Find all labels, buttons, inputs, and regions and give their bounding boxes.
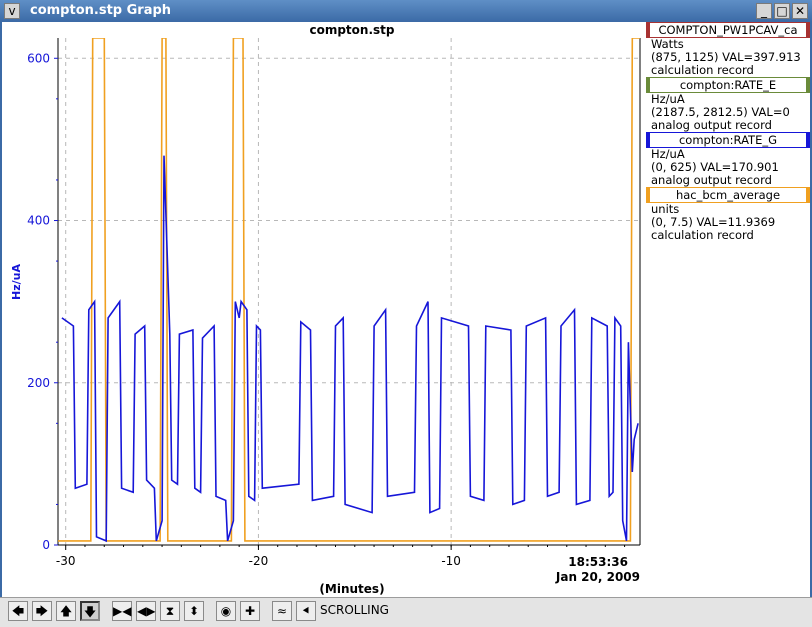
- y-tick-label: 400: [27, 214, 50, 228]
- legend-swatch-rate-e[interactable]: compton:RATE_E: [646, 77, 810, 93]
- scrolling-toggle-button[interactable]: ⯇: [296, 601, 316, 621]
- toolbar: 🡄 🡆 🡅 🡇 ▶◀ ◀▶ ⧗ ⬍ ◉ ✚ ≈ ⯇ SCROLLING: [0, 597, 812, 627]
- series-line-hac-bcm-average: [58, 38, 640, 542]
- y-tick-label: 0: [42, 538, 50, 552]
- legend-record-type: analog output record: [651, 118, 772, 132]
- end-date-label: Jan 20, 2009: [555, 570, 640, 584]
- legend-record-type: calculation record: [651, 63, 754, 77]
- y-axis-label: Hz/uA: [10, 264, 23, 300]
- series-lines: [58, 38, 640, 543]
- legend-record-type: calculation record: [651, 228, 754, 242]
- scroll-down-button[interactable]: 🡇: [80, 601, 100, 621]
- grid-lines: [58, 38, 640, 546]
- legend-swatch-pw1pcav[interactable]: COMPTON_PW1PCAV_ca: [646, 22, 810, 38]
- reset-button[interactable]: ◉: [216, 601, 236, 621]
- close-button[interactable]: ✕: [792, 3, 808, 19]
- zoom-out-y-button[interactable]: ⬍: [184, 601, 204, 621]
- add-button[interactable]: ✚: [240, 601, 260, 621]
- minimize-button[interactable]: _: [756, 3, 772, 19]
- chart-title: compton.stp: [309, 23, 394, 37]
- legend-swatch-hac-bcm[interactable]: hac_bcm_average: [646, 187, 810, 203]
- title-bar: v compton.stp Graph _ □ ✕: [0, 0, 812, 22]
- scroll-right-button[interactable]: 🡆: [32, 601, 52, 621]
- zoom-in-x-button[interactable]: ▶◀: [112, 601, 132, 621]
- window-menu-button[interactable]: v: [4, 3, 20, 19]
- zoom-out-x-button[interactable]: ◀▶: [136, 601, 156, 621]
- scroll-up-button[interactable]: 🡅: [56, 601, 76, 621]
- autoscale-button[interactable]: ≈: [272, 601, 292, 621]
- maximize-button[interactable]: □: [774, 3, 790, 19]
- x-axis-label: (Minutes): [319, 582, 384, 596]
- graph-window: compton.stp 0 200 400 600 -30 -20 -10 Hz/uA (M…: [0, 22, 812, 597]
- legend-panel: COMPTON_PW1PCAV_ca Watts (875, 1125) VAL…: [646, 22, 810, 242]
- legend-swatch-rate-g[interactable]: compton:RATE_G: [646, 132, 810, 148]
- scrolling-status: SCROLLING: [320, 603, 389, 617]
- window-title: compton.stp Graph: [30, 3, 172, 18]
- x-tick-label: -10: [441, 554, 461, 568]
- end-time-label: 18:53:36: [568, 555, 628, 569]
- x-tick-label: -20: [249, 554, 269, 568]
- zoom-in-y-button[interactable]: ⧗: [160, 601, 180, 621]
- scroll-left-button[interactable]: 🡄: [8, 601, 28, 621]
- legend-entry[interactable]: compton:RATE_G Hz/uA (0, 625) VAL=170.90…: [646, 132, 810, 187]
- legend-entry[interactable]: COMPTON_PW1PCAV_ca Watts (875, 1125) VAL…: [646, 22, 810, 77]
- legend-entry[interactable]: compton:RATE_E Hz/uA (2187.5, 2812.5) VA…: [646, 77, 810, 132]
- x-tick-label: -30: [56, 554, 76, 568]
- y-tick-label: 600: [27, 51, 50, 65]
- series-line-compton-rate-g: [61, 155, 639, 543]
- legend-record-type: analog output record: [651, 173, 772, 187]
- y-tick-label: 200: [27, 376, 50, 390]
- legend-entry[interactable]: hac_bcm_average units (0, 7.5) VAL=11.93…: [646, 187, 810, 242]
